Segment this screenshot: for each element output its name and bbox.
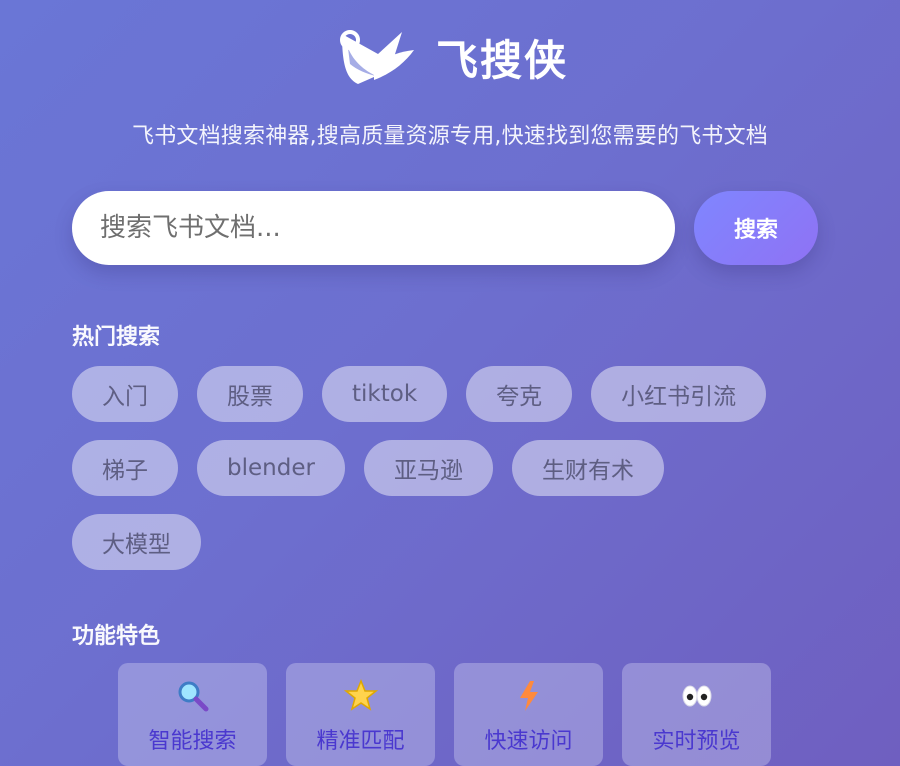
- feature-card-fast-access[interactable]: 快速访问: [454, 663, 603, 766]
- hot-tag[interactable]: 生财有术: [511, 440, 664, 496]
- search-input[interactable]: [72, 191, 675, 265]
- hot-searches-title: 热门搜索: [72, 325, 161, 350]
- hot-tag[interactable]: 小红书引流: [591, 366, 767, 422]
- star-icon: [342, 677, 380, 715]
- tag-row: 入门 股票 tiktok 夸克 小红书引流: [72, 366, 832, 422]
- feature-card-smart-search[interactable]: 智能搜索: [118, 663, 267, 766]
- feature-card-precise-match[interactable]: 精准匹配: [286, 663, 435, 766]
- feature-cards: 智能搜索 精准匹配 快速访问 实时预览: [118, 663, 771, 766]
- hot-search-tags: 入门 股票 tiktok 夸克 小红书引流 梯子 blender 亚马逊 生财有…: [72, 366, 832, 588]
- page-subtitle: 飞书文档搜索神器,搜高质量资源专用,快速找到您需要的飞书文档: [132, 124, 768, 149]
- search-button[interactable]: 搜索: [694, 191, 818, 265]
- hot-tag[interactable]: 入门: [72, 366, 178, 422]
- feature-label: 快速访问: [484, 729, 573, 754]
- eyes-icon: [678, 677, 716, 715]
- hot-tag[interactable]: blender: [197, 440, 345, 496]
- feature-card-live-preview[interactable]: 实时预览: [622, 663, 771, 766]
- app-title: 飞搜侠: [435, 36, 568, 85]
- search-bar: 搜索: [72, 191, 818, 265]
- hot-tag[interactable]: 亚马逊: [363, 440, 493, 496]
- tag-row: 梯子 blender 亚马逊 生财有术: [72, 440, 832, 496]
- lightning-icon: [510, 677, 548, 715]
- features-title: 功能特色: [72, 624, 161, 649]
- hot-tag[interactable]: 梯子: [72, 440, 178, 496]
- feature-label: 智能搜索: [148, 729, 237, 754]
- hot-tag[interactable]: 大模型: [72, 514, 201, 570]
- feature-label: 实时预览: [652, 729, 741, 754]
- tag-row: 大模型: [72, 514, 832, 570]
- app-logo: [339, 30, 414, 84]
- magnifier-icon: [174, 677, 212, 715]
- hot-tag[interactable]: 股票: [197, 366, 303, 422]
- hot-tag[interactable]: tiktok: [322, 366, 448, 422]
- hot-tag[interactable]: 夸克: [466, 366, 573, 422]
- feature-label: 精准匹配: [316, 729, 405, 754]
- header: 飞搜侠: [0, 24, 900, 94]
